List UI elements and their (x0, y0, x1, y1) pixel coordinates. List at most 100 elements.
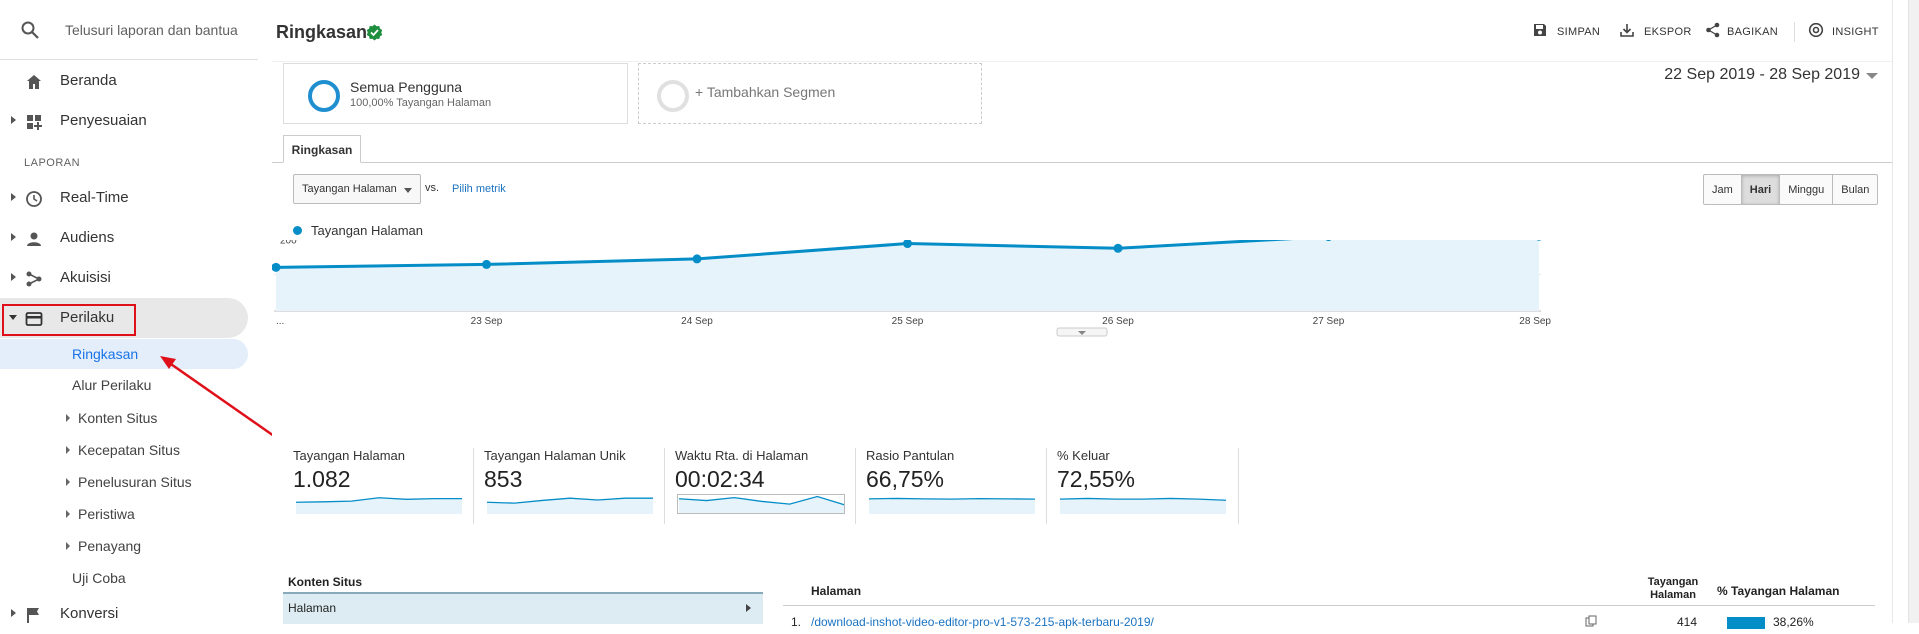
data-point (1113, 243, 1123, 253)
segment-all-users[interactable]: Semua Pengguna 100,00% Tayangan Halaman (283, 63, 628, 124)
sidebar-subitem-uji-coba[interactable]: Uji Coba (0, 563, 248, 593)
data-point (482, 259, 491, 269)
scorecard-avg-time[interactable]: Waktu Rta. di Halaman 00:02:34 (675, 448, 865, 524)
scorecard-divider (1238, 448, 1239, 524)
data-point (692, 254, 702, 264)
save-icon (1534, 24, 1546, 36)
tab-ringkasan[interactable]: Ringkasan (283, 135, 361, 163)
pick-metric-link[interactable]: Pilih metrik (452, 183, 506, 195)
divider (1892, 0, 1893, 623)
period-button-jam[interactable]: Jam (1703, 174, 1742, 205)
page-title: Ringkasan (276, 22, 368, 42)
sidebar-item-realtime[interactable]: Real-Time (0, 178, 248, 218)
y-tick-label: 200 (280, 240, 297, 247)
metric-select-value: Tayangan Halaman (302, 183, 397, 195)
copy-icon[interactable] (1585, 615, 1597, 627)
period-toggle-group: Jam Hari Minggu Bulan (1703, 174, 1879, 205)
scorecard-bounce-rate[interactable]: Rasio Pantulan 66,75% (866, 448, 1056, 524)
title-bar: Ringkasan SIMPAN EKSPOR BAGIKAN INSIGHT (272, 0, 1892, 62)
site-content-title: Konten Situs (288, 575, 362, 589)
scorecard-pageviews[interactable]: Tayangan Halaman 1.082 (293, 448, 483, 524)
site-content-row-halaman[interactable]: Halaman (283, 594, 763, 624)
flag-icon (27, 608, 39, 623)
page-link[interactable]: /download-inshot-video-editor-pro-v1-573… (811, 615, 1154, 629)
x-tick-label: 24 Sep (681, 316, 713, 327)
expand-arrow-icon (11, 273, 16, 281)
download-icon (1620, 24, 1634, 37)
x-tick-label: ... (276, 316, 284, 327)
sparkline-area (679, 496, 844, 513)
sparkline (295, 497, 462, 514)
acquisition-icon (26, 271, 42, 287)
sidebar-subitem-penelusuran-situs[interactable]: Penelusuran Situs (0, 467, 248, 497)
vertical-scrollbar[interactable] (1908, 0, 1919, 623)
pages-table-header: Halaman Tayangan Halaman % Tayangan Hala… (783, 570, 1875, 606)
scorecard-unique-pageviews[interactable]: Tayangan Halaman Unik 853 (484, 448, 674, 524)
column-header-page[interactable]: Halaman (811, 584, 861, 598)
date-range-picker[interactable]: 22 Sep 2019 - 28 Sep 2019 (1664, 66, 1860, 84)
sparkline (868, 497, 1036, 514)
period-button-hari[interactable]: Hari (1740, 174, 1781, 205)
vs-label: vs. (425, 182, 440, 194)
annotation-arrow (160, 356, 275, 438)
chevron-right-icon (746, 604, 751, 612)
sparkline-line (868, 497, 1036, 500)
expand-arrow-icon (11, 609, 16, 617)
clock-icon (26, 191, 42, 207)
verified-check-icon (366, 24, 383, 41)
expand-arrow-icon (66, 446, 70, 454)
sparkline-area (487, 498, 653, 514)
expand-arrow-icon (11, 116, 16, 124)
tab-strip (272, 162, 1892, 163)
sidebar-item-beranda[interactable]: Beranda (0, 61, 248, 101)
period-button-bulan[interactable]: Bulan (1832, 174, 1879, 205)
sidebar-item-akuisisi[interactable]: Akuisisi (0, 258, 248, 298)
expand-arrow-icon (11, 233, 16, 241)
segment-ring-icon (657, 80, 689, 112)
percentage-bar (1727, 617, 1765, 629)
insight-icon (1808, 22, 1824, 38)
search-icon (21, 21, 39, 39)
add-segment-button[interactable]: + Tambahkan Segmen (638, 63, 982, 124)
sidebar-item-audiens[interactable]: Audiens (0, 218, 248, 258)
period-button-minggu[interactable]: Minggu (1779, 174, 1834, 205)
expand-arrow-icon (66, 414, 70, 422)
main-content: Ringkasan SIMPAN EKSPOR BAGIKAN INSIGHT … (272, 0, 1892, 629)
sparkline-area (869, 498, 1035, 514)
sidebar-subitem-peristiwa[interactable]: Peristiwa (0, 499, 248, 529)
x-tick-label: 26 Sep (1102, 316, 1134, 327)
x-tick-label: 27 Sep (1313, 316, 1345, 327)
person-icon (27, 232, 41, 246)
sidebar-item-konversi[interactable]: Konversi (0, 594, 248, 634)
x-tick-label: 28 Sep (1519, 316, 1551, 327)
x-tick-label: 25 Sep (892, 316, 924, 327)
sparkline (486, 497, 653, 514)
legend-label: Tayangan Halaman (311, 223, 424, 238)
sparkline-area (296, 497, 462, 514)
home-icon (27, 75, 41, 89)
sparkline (677, 494, 845, 514)
sidebar-item-penyesuaian[interactable]: Penyesuaian (0, 101, 248, 141)
search-input[interactable]: Telusuri laporan dan bantua (65, 22, 238, 38)
sidebar-subitem-penayang[interactable]: Penayang (0, 531, 248, 561)
scorecard-divider (855, 448, 856, 524)
search-bar[interactable]: Telusuri laporan dan bantua (0, 0, 258, 60)
dashboard-icon (27, 115, 42, 130)
scorecard-divider (473, 448, 474, 524)
scorecard-divider (1046, 448, 1047, 524)
section-label-laporan: LAPORAN (24, 157, 81, 169)
x-tick-label: 23 Sep (471, 316, 503, 327)
sparkline-area (1060, 498, 1226, 514)
share-icon (1706, 22, 1720, 38)
sparkline (1059, 497, 1227, 514)
expand-arrow-icon (66, 478, 70, 486)
table-row: 1. /download-inshot-video-editor-pro-v1-… (791, 615, 1814, 629)
column-header-pct[interactable]: % Tayangan Halaman (1717, 584, 1839, 598)
metric-select[interactable]: Tayangan Halaman (293, 174, 421, 204)
chevron-down-icon (404, 188, 412, 193)
scorecard-exit-rate[interactable]: % Keluar 72,55% (1057, 448, 1247, 524)
scorecard-divider (664, 448, 665, 524)
segment-ring-icon (308, 80, 340, 112)
chevron-down-icon[interactable] (1866, 73, 1878, 79)
column-header-views[interactable]: Tayangan Halaman (1638, 576, 1708, 602)
